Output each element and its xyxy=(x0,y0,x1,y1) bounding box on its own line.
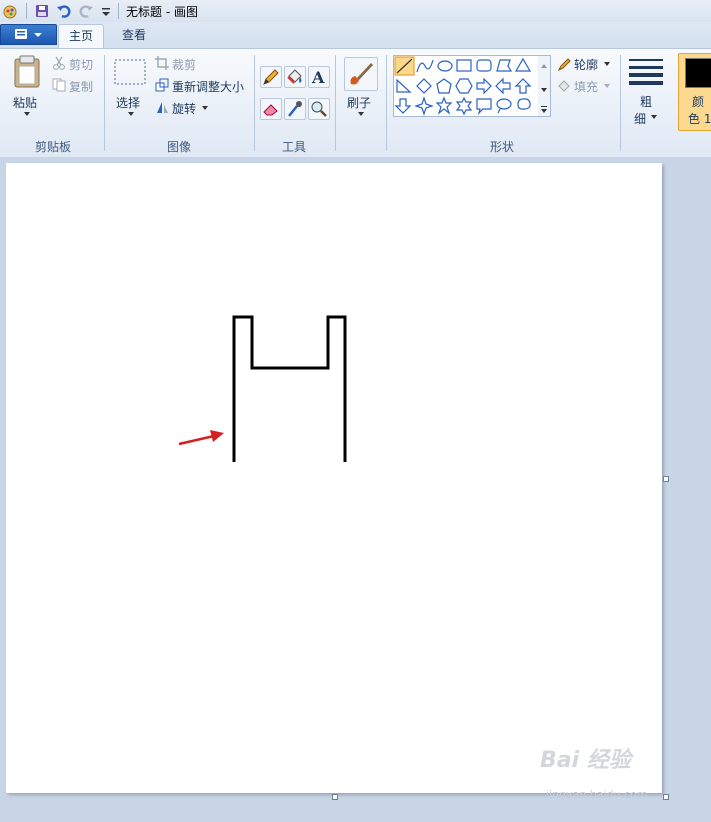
drawn-line-shape xyxy=(232,315,347,462)
canvas-resize-handle-right[interactable] xyxy=(663,476,669,482)
canvas-drawing xyxy=(178,315,347,462)
watermark: Bai 经验 xyxy=(540,748,631,773)
watermark-url: jingyan.baidu.com xyxy=(546,788,648,801)
canvas-resize-handle-bottom[interactable] xyxy=(332,794,338,800)
red-arrow-head xyxy=(210,430,224,442)
canvas-resize-handle-corner[interactable] xyxy=(663,794,669,800)
red-arrow-shaft xyxy=(178,434,215,446)
